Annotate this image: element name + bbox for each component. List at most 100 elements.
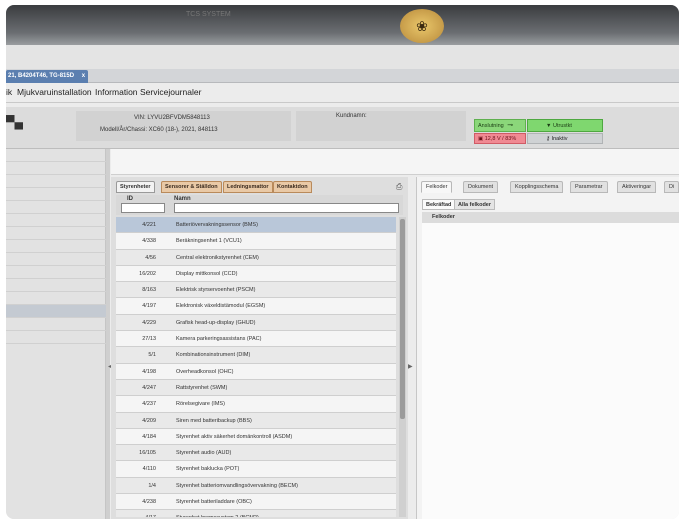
- bezel-text: TCS SYSTEM: [186, 11, 231, 18]
- tab-control-units[interactable]: Styrenheter: [116, 181, 155, 193]
- menu-item-service-journals[interactable]: Servicejournaler: [140, 87, 201, 97]
- top-search-area: [111, 149, 679, 175]
- unlock-label: Utrustkt: [552, 123, 572, 129]
- tab-connectors[interactable]: Kontaktdon: [273, 181, 312, 193]
- tab-fault-codes[interactable]: Felkoder: [421, 181, 453, 193]
- cell-id: 4/238: [142, 499, 156, 506]
- cell-name: Elektrisk styrservoenhet (PSCM): [176, 287, 256, 294]
- scrollbar-thumb[interactable]: [400, 219, 405, 419]
- sidebar-row[interactable]: [6, 292, 106, 305]
- tab-wiring-harnesses[interactable]: Ledningsmattor: [223, 181, 273, 193]
- sidebar-row[interactable]: [6, 162, 106, 175]
- table-row[interactable]: 16/202 Display mittkonsol (CCD): [116, 265, 396, 283]
- table-row[interactable]: 4/110 Styrenhet baklucka (POT): [116, 461, 396, 478]
- fault-codes-header: Felkoder: [422, 212, 679, 223]
- tab-sensors-actuators[interactable]: Sensorer & Ställdon: [161, 181, 222, 193]
- cell-name: Rörelsegivare (IMS): [176, 401, 225, 408]
- sidebar-row[interactable]: [6, 201, 106, 214]
- table-row[interactable]: 27/13 Kamera parkeringsassistans (PAC): [116, 331, 396, 348]
- menu-item-partial[interactable]: ik: [6, 87, 12, 97]
- tab-documents[interactable]: Dokument: [463, 181, 499, 193]
- left-sidebar: [6, 149, 106, 519]
- collapse-right-icon[interactable]: ▶: [408, 363, 413, 370]
- name-filter-input[interactable]: [174, 203, 399, 213]
- menu-item-software-install[interactable]: Mjukvaruinstallation: [17, 87, 92, 97]
- cell-id: 4/338: [142, 238, 156, 245]
- table-row[interactable]: 4/209 Siren med batteribackup (BBS): [116, 412, 396, 429]
- fault-codes-list: [422, 223, 679, 519]
- sidebar-row[interactable]: [6, 318, 106, 331]
- cell-id: 4/198: [142, 368, 156, 375]
- sidebar-row-selected[interactable]: [6, 305, 106, 318]
- column-header-name[interactable]: Namn: [174, 196, 191, 202]
- details-panel: Felkoder Dokument Kopplingsschema Parame…: [416, 177, 679, 519]
- table-row[interactable]: 1/4 Styrenhet batteriomvandlingsövervakni…: [116, 477, 396, 495]
- sidebar-row[interactable]: [6, 279, 106, 292]
- vin-box: VIN: LYVU2BFVDM5848113 Modell/År/Chassi:…: [76, 111, 291, 141]
- cell-id: 4/229: [142, 319, 156, 326]
- column-header-id[interactable]: ID: [127, 196, 133, 202]
- ignition-label: Inaktiv: [551, 136, 568, 142]
- table-row[interactable]: 4/338 Beräkningsenhet 1 (VCU1): [116, 233, 396, 250]
- subtab-all-fault-codes[interactable]: Alla felkoder: [454, 199, 496, 210]
- cell-id: 1/4: [148, 482, 156, 489]
- control-unit-list: 4/221 Batteriövervakningssensor (BMS) 4/33…: [116, 217, 396, 517]
- subtab-confirmed[interactable]: Bekräftad: [422, 199, 456, 210]
- table-row[interactable]: 4/221 Batteriövervakningssensor (BMS): [116, 217, 396, 234]
- table-row[interactable]: 4/184 Styrenhet aktiv säkerhet domänkontr…: [116, 428, 396, 446]
- cell-id: 4/247: [142, 384, 156, 391]
- cell-id: 4/237: [142, 401, 156, 408]
- table-row[interactable]: 5/1 Kombinationsinstrument (DIM): [116, 347, 396, 364]
- vin-label: VIN: LYVU2BFVDM5848113: [134, 115, 210, 121]
- window-tab[interactable]: 21, B4204T46, TG-815D x: [6, 70, 89, 83]
- tab-partial[interactable]: Di: [664, 181, 679, 193]
- table-row[interactable]: 8/163 Elektrisk styrservoenhet (PSCM): [116, 282, 396, 299]
- table-header: ID Namn: [116, 195, 403, 215]
- app-screen: 21, B4204T46, TG-815D x ik Mjukvaruinsta…: [6, 45, 679, 519]
- cell-id: 4/110: [142, 466, 156, 473]
- table-row[interactable]: 4/247 Rattstyrenhet (SWM): [116, 379, 396, 397]
- unlock-status: ▼ Utrustkt: [527, 119, 603, 132]
- sidebar-splitter[interactable]: [106, 149, 110, 519]
- table-row[interactable]: 4/198 Overheadkonsol (OHC): [116, 363, 396, 380]
- tab-wiring-diagram[interactable]: Kopplingsschema: [510, 181, 564, 193]
- cell-id: 4/209: [142, 417, 156, 424]
- cell-name: Elektronisk växeldistämodul (EGSM): [176, 303, 266, 310]
- sidebar-row[interactable]: [6, 175, 106, 188]
- list-scrollbar[interactable]: [399, 217, 406, 517]
- cell-name: Styrenhet aktiv säkerhet domänkontroll (…: [176, 433, 293, 440]
- photo-frame: TCS SYSTEM ❀ 21, B4204T46, TG-815D x ik …: [6, 5, 679, 519]
- sidebar-row[interactable]: [6, 227, 106, 240]
- window-tab-label: 21, B4204T46, TG-815D: [8, 73, 75, 79]
- print-icon[interactable]: ⎙: [396, 182, 402, 192]
- menu-item-information[interactable]: Information: [95, 87, 138, 97]
- sidebar-row[interactable]: [6, 149, 106, 162]
- cell-name: Kamera parkeringsassistans (PAC): [176, 336, 262, 343]
- sidebar-row[interactable]: [6, 188, 106, 201]
- tab-activations[interactable]: Aktiveringar: [617, 181, 657, 193]
- sidebar-row[interactable]: [6, 214, 106, 227]
- close-icon[interactable]: x: [82, 70, 85, 83]
- sidebar-row[interactable]: [6, 240, 106, 253]
- tab-parameters[interactable]: Parametrar: [570, 181, 608, 193]
- table-row[interactable]: 4/229 Grafisk head-up-display (GHUD): [116, 314, 396, 332]
- sidebar-row[interactable]: [6, 253, 106, 266]
- cell-name: Kombinationsinstrument (DIM): [176, 352, 251, 359]
- cell-id: 8/163: [142, 287, 156, 294]
- sidebar-row[interactable]: [6, 266, 106, 279]
- id-filter-input[interactable]: [121, 203, 165, 213]
- cell-name: Display mittkonsol (CCD): [176, 270, 238, 277]
- table-row[interactable]: 4/56 Central elektronikstyrenhet (CEM): [116, 249, 396, 266]
- table-row[interactable]: 4/197 Elektronisk växeldistämodul (EGSM): [116, 298, 396, 315]
- cell-name: Beräkningsenhet 1 (VCU1): [176, 238, 242, 245]
- cell-name: Grafisk head-up-display (GHUD): [176, 319, 256, 326]
- cell-id: 4/56: [145, 254, 156, 261]
- table-row[interactable]: 4/17 Styrenhet bromssystem 2 (BCM2): [116, 510, 396, 517]
- sidebar-row[interactable]: [6, 331, 106, 344]
- window-tabbar: 21, B4204T46, TG-815D x: [6, 69, 679, 83]
- table-row[interactable]: 16/105 Styrenhet audio (AUD): [116, 445, 396, 462]
- table-row[interactable]: 4/237 Rörelsegivare (IMS): [116, 396, 396, 413]
- table-row[interactable]: 4/238 Styrenhet batteriladdare (OBC): [116, 494, 396, 511]
- connection-label: Anslutning: [478, 123, 504, 129]
- cell-name: Styrenhet audio (AUD): [176, 450, 232, 457]
